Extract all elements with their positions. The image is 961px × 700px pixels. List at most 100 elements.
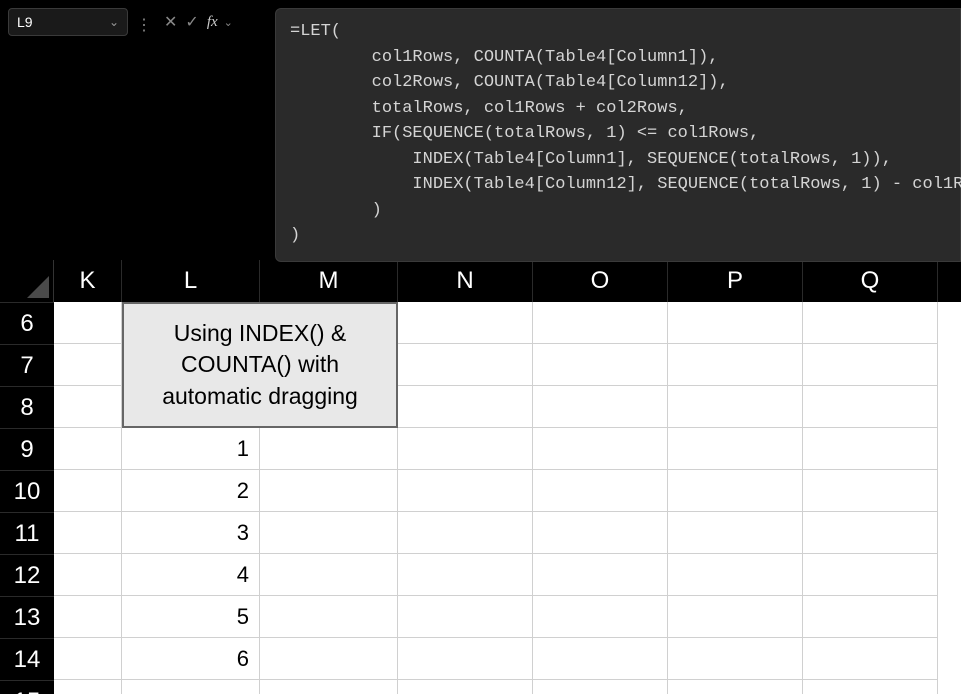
cell-P13[interactable]: [668, 596, 803, 638]
cell-P12[interactable]: [668, 554, 803, 596]
row-header-9[interactable]: 9: [0, 428, 54, 470]
name-box-value: L9: [17, 14, 109, 30]
fx-icon[interactable]: fx: [207, 14, 218, 31]
row-header-10[interactable]: 10: [0, 470, 54, 512]
grid-body: 6 7 8: [0, 302, 961, 694]
cell-Q12[interactable]: [803, 554, 938, 596]
cell-O13[interactable]: [533, 596, 668, 638]
cell-K8[interactable]: [54, 386, 122, 428]
grid-row: 14 6: [0, 638, 961, 680]
column-header-K[interactable]: K: [54, 260, 122, 302]
cell-L15[interactable]: [122, 680, 260, 694]
name-box[interactable]: L9 ⌄: [8, 8, 128, 36]
row-header-12[interactable]: 12: [0, 554, 54, 596]
row-header-15[interactable]: 15: [0, 680, 54, 694]
cell-N10[interactable]: [398, 470, 533, 512]
select-all-button[interactable]: [0, 260, 54, 302]
cell-K10[interactable]: [54, 470, 122, 512]
cell-N9[interactable]: [398, 428, 533, 470]
cell-O9[interactable]: [533, 428, 668, 470]
cell-O10[interactable]: [533, 470, 668, 512]
chevron-down-icon[interactable]: ⌄: [109, 15, 119, 29]
cell-K9[interactable]: [54, 428, 122, 470]
cell-N8[interactable]: [398, 386, 533, 428]
column-header-L[interactable]: L: [122, 260, 260, 302]
cell-M10[interactable]: [260, 470, 398, 512]
cell-K11[interactable]: [54, 512, 122, 554]
cell-L12[interactable]: 4: [122, 554, 260, 596]
cell-N15[interactable]: [398, 680, 533, 694]
row-header-7[interactable]: 7: [0, 344, 54, 386]
cell-M15[interactable]: [260, 680, 398, 694]
spreadsheet-grid: K L M N O P Q 6 7: [0, 260, 961, 700]
cell-L9[interactable]: 1: [122, 428, 260, 470]
column-headers: K L M N O P Q: [0, 260, 961, 302]
cell-Q13[interactable]: [803, 596, 938, 638]
grid-row: 11 3: [0, 512, 961, 554]
cell-K7[interactable]: [54, 344, 122, 386]
column-header-P[interactable]: P: [668, 260, 803, 302]
cell-L10[interactable]: 2: [122, 470, 260, 512]
cell-P9[interactable]: [668, 428, 803, 470]
cell-P7[interactable]: [668, 344, 803, 386]
chevron-down-icon[interactable]: ⌄: [224, 16, 233, 29]
cell-Q14[interactable]: [803, 638, 938, 680]
cell-O15[interactable]: [533, 680, 668, 694]
cell-K12[interactable]: [54, 554, 122, 596]
row-header-8[interactable]: 8: [0, 386, 54, 428]
cell-K13[interactable]: [54, 596, 122, 638]
cell-L11[interactable]: 3: [122, 512, 260, 554]
cell-M9[interactable]: [260, 428, 398, 470]
cell-K14[interactable]: [54, 638, 122, 680]
row-header-14[interactable]: 14: [0, 638, 54, 680]
cell-Q15[interactable]: [803, 680, 938, 694]
cancel-icon[interactable]: ✕: [164, 12, 177, 32]
grid-row: 10 2: [0, 470, 961, 512]
grid-row: 15: [0, 680, 961, 694]
cell-Q8[interactable]: [803, 386, 938, 428]
cell-O14[interactable]: [533, 638, 668, 680]
column-header-N[interactable]: N: [398, 260, 533, 302]
confirm-icon[interactable]: ✓: [185, 12, 198, 32]
column-header-Q[interactable]: Q: [803, 260, 938, 302]
row-header-11[interactable]: 11: [0, 512, 54, 554]
cell-N6[interactable]: [398, 302, 533, 344]
separator: ⋮: [134, 8, 154, 40]
cell-O8[interactable]: [533, 386, 668, 428]
cell-Q7[interactable]: [803, 344, 938, 386]
cell-O12[interactable]: [533, 554, 668, 596]
cell-M13[interactable]: [260, 596, 398, 638]
cell-M14[interactable]: [260, 638, 398, 680]
cell-K6[interactable]: [54, 302, 122, 344]
cell-L13[interactable]: 5: [122, 596, 260, 638]
cell-P11[interactable]: [668, 512, 803, 554]
row-header-6[interactable]: 6: [0, 302, 54, 344]
cell-Q11[interactable]: [803, 512, 938, 554]
cell-Q9[interactable]: [803, 428, 938, 470]
cell-Q10[interactable]: [803, 470, 938, 512]
cell-N14[interactable]: [398, 638, 533, 680]
cell-P14[interactable]: [668, 638, 803, 680]
cell-N11[interactable]: [398, 512, 533, 554]
cell-P6[interactable]: [668, 302, 803, 344]
row-header-13[interactable]: 13: [0, 596, 54, 638]
cell-Q6[interactable]: [803, 302, 938, 344]
cell-N12[interactable]: [398, 554, 533, 596]
merged-header-cell[interactable]: Using INDEX() & COUNTA() with automatic …: [122, 302, 398, 428]
cell-N7[interactable]: [398, 344, 533, 386]
grid-row: 13 5: [0, 596, 961, 638]
column-header-O[interactable]: O: [533, 260, 668, 302]
cell-K15[interactable]: [54, 680, 122, 694]
cell-L14[interactable]: 6: [122, 638, 260, 680]
cell-O6[interactable]: [533, 302, 668, 344]
cell-P10[interactable]: [668, 470, 803, 512]
cell-M11[interactable]: [260, 512, 398, 554]
cell-P8[interactable]: [668, 386, 803, 428]
cell-P15[interactable]: [668, 680, 803, 694]
formula-editor[interactable]: =LET( col1Rows, COUNTA(Table4[Column1]),…: [275, 8, 961, 262]
cell-M12[interactable]: [260, 554, 398, 596]
cell-O7[interactable]: [533, 344, 668, 386]
cell-O11[interactable]: [533, 512, 668, 554]
column-header-M[interactable]: M: [260, 260, 398, 302]
cell-N13[interactable]: [398, 596, 533, 638]
